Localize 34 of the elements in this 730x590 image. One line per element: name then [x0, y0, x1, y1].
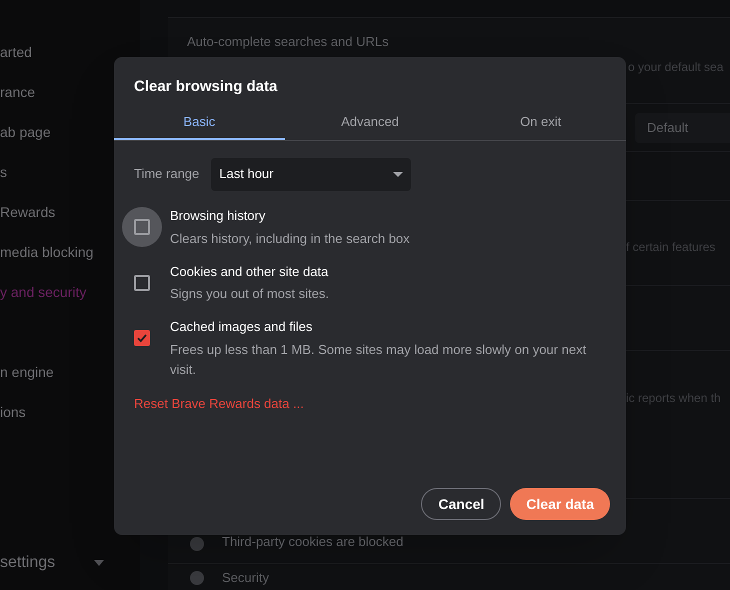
- sidebar-item[interactable]: media blocking: [0, 242, 94, 262]
- checkbox[interactable]: [134, 274, 150, 290]
- time-range-label: Time range: [134, 165, 200, 184]
- sidebar-item[interactable]: n engine: [0, 362, 54, 382]
- sidebar-item[interactable]: arted: [0, 42, 32, 62]
- tab[interactable]: On exit: [455, 105, 626, 140]
- option-title: Browsing history: [170, 207, 266, 225]
- tab[interactable]: Advanced: [284, 105, 456, 140]
- option-title: Cookies and other site data: [170, 262, 329, 280]
- sidebar-item[interactable]: ions: [0, 402, 26, 422]
- caret-icon: [393, 172, 404, 176]
- sidebar-item[interactable]: Rewards: [0, 202, 56, 222]
- setting-description: Third-party cookies are blocked: [222, 532, 404, 551]
- sidebar-item[interactable]: settings: [0, 551, 56, 575]
- caret-icon[interactable]: [94, 560, 104, 566]
- option-title: Cached images and files: [170, 318, 314, 336]
- setting-title: Security: [222, 569, 269, 587]
- time-range-select[interactable]: Last hour: [211, 158, 412, 190]
- option-description: Clears history, including in the search box: [170, 230, 410, 248]
- checkbox[interactable]: [134, 219, 150, 235]
- reset-rewards-link[interactable]: Reset Brave Rewards data ...: [134, 396, 304, 410]
- cancel-button[interactable]: Cancel: [421, 488, 502, 520]
- sidebar-item[interactable]: s: [0, 162, 7, 182]
- checkbox[interactable]: [134, 330, 150, 346]
- checkmark-icon: [136, 332, 148, 344]
- tab[interactable]: Basic: [114, 105, 285, 140]
- option-description: Signs you out of most sites.: [170, 285, 329, 303]
- dialog-title: Clear browsing data: [134, 78, 278, 95]
- clear-data-button[interactable]: Clear data: [510, 488, 610, 520]
- select-field[interactable]: Default: [635, 112, 730, 142]
- option-description: Frees up less than 1 MB. Some sites may load more slowly on your next visit.: [170, 340, 588, 378]
- sidebar-item[interactable]: ab page: [0, 122, 51, 142]
- sidebar-item[interactable]: rance: [0, 82, 36, 102]
- setting-title: Auto-complete searches and URLs: [187, 33, 390, 51]
